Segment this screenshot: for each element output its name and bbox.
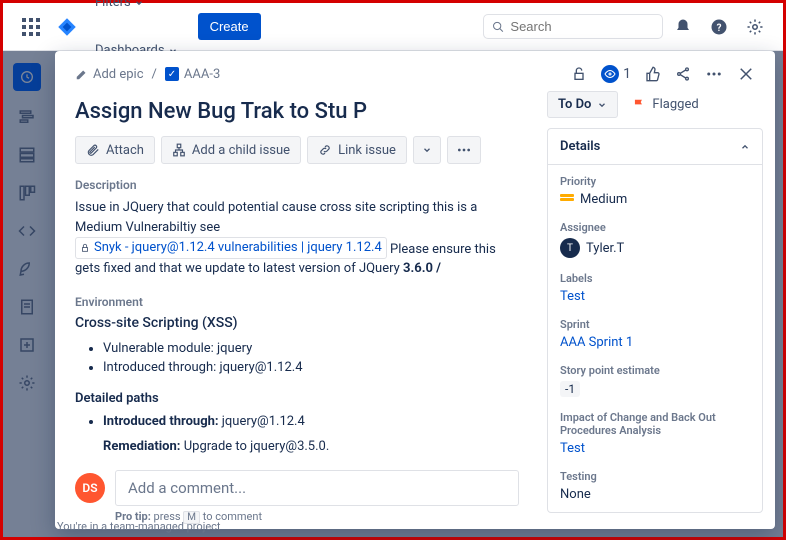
add-child-button[interactable]: Add a child issue — [161, 136, 301, 164]
story-points-field[interactable]: Story point estimate-1 — [560, 364, 750, 397]
chevron-down-icon — [422, 145, 432, 155]
share-icon[interactable] — [675, 66, 691, 82]
help-icon[interactable]: ? — [703, 11, 735, 43]
flagged-indicator[interactable]: Flagged — [632, 97, 698, 112]
testing-field[interactable]: TestingNone — [560, 470, 750, 502]
link-dropdown-button[interactable] — [413, 136, 441, 164]
footer-message: You're in a team-managed project — [57, 520, 221, 533]
search-icon — [492, 20, 504, 34]
search-input[interactable] — [483, 14, 663, 39]
labels-field[interactable]: LabelsTest — [560, 272, 750, 304]
assignee-avatar: T — [560, 238, 580, 258]
env-bullet: Vulnerable module: jquery — [103, 341, 519, 356]
nav-filters[interactable]: Filters — [87, 0, 186, 27]
issue-modal: Add epic / ✓ AAA-3 1 Assign New Bug Trak… — [55, 51, 775, 529]
assignee-field[interactable]: AssigneeTTyler.T — [560, 221, 750, 258]
notifications-icon[interactable] — [667, 11, 699, 43]
link-icon — [318, 143, 332, 157]
svg-text:?: ? — [717, 22, 722, 33]
chevron-up-icon — [740, 142, 750, 152]
priority-medium-icon — [560, 198, 574, 201]
jira-logo-icon[interactable] — [51, 11, 83, 43]
tree-icon — [172, 143, 186, 157]
description-label: Description — [75, 178, 519, 192]
detailed-paths-heading: Detailed paths — [75, 391, 519, 406]
add-epic-button[interactable]: Add epic — [75, 67, 144, 82]
more-content-actions[interactable] — [447, 136, 481, 164]
status-dropdown[interactable]: To Do — [547, 91, 618, 118]
pencil-icon — [75, 67, 89, 81]
create-button[interactable]: Create — [198, 13, 261, 40]
sprint-field[interactable]: SprintAAA Sprint 1 — [560, 318, 750, 350]
description-text[interactable]: Issue in JQuery that could potential cau… — [75, 198, 519, 279]
search-field[interactable] — [510, 19, 654, 34]
user-avatar: DS — [75, 473, 105, 503]
lock-small-icon — [80, 243, 90, 253]
environment-label: Environment — [75, 295, 519, 309]
paperclip-icon — [86, 143, 100, 157]
impact-field[interactable]: Impact of Change and Back Out Procedures… — [560, 411, 750, 456]
lock-icon[interactable] — [571, 66, 587, 82]
close-icon[interactable] — [737, 65, 755, 83]
link-issue-button[interactable]: Link issue — [307, 136, 407, 164]
vote-icon[interactable] — [645, 66, 661, 82]
issue-type-icon: ✓ — [165, 67, 179, 81]
attach-button[interactable]: Attach — [75, 136, 155, 164]
more-actions-icon[interactable] — [705, 65, 723, 83]
chevron-down-icon — [597, 100, 607, 110]
issue-key-link[interactable]: ✓ AAA-3 — [165, 67, 220, 82]
path-item: Introduced through: jquery@1.12.4 Remedi… — [103, 414, 519, 454]
environment-title: Cross-site Scripting (XSS) — [75, 315, 519, 331]
app-switcher-icon[interactable] — [15, 11, 47, 43]
comment-input[interactable]: Add a comment... — [115, 470, 519, 506]
priority-field[interactable]: PriorityMedium — [560, 175, 750, 207]
env-bullet: Introduced through: jquery@1.12.4 — [103, 360, 519, 375]
issue-title[interactable]: Assign New Bug Trak to Stu P — [75, 99, 519, 124]
dots-icon — [456, 142, 472, 158]
eye-icon — [601, 65, 619, 83]
flag-icon — [632, 98, 646, 112]
settings-icon[interactable] — [739, 11, 771, 43]
watch-button[interactable]: 1 — [601, 65, 631, 83]
watch-count: 1 — [623, 66, 631, 82]
details-toggle[interactable]: Details — [548, 129, 762, 165]
snyk-link[interactable]: Snyk - jquery@1.12.4 vulnerabilities | j… — [94, 238, 382, 258]
breadcrumb: Add epic / ✓ AAA-3 — [75, 67, 220, 82]
